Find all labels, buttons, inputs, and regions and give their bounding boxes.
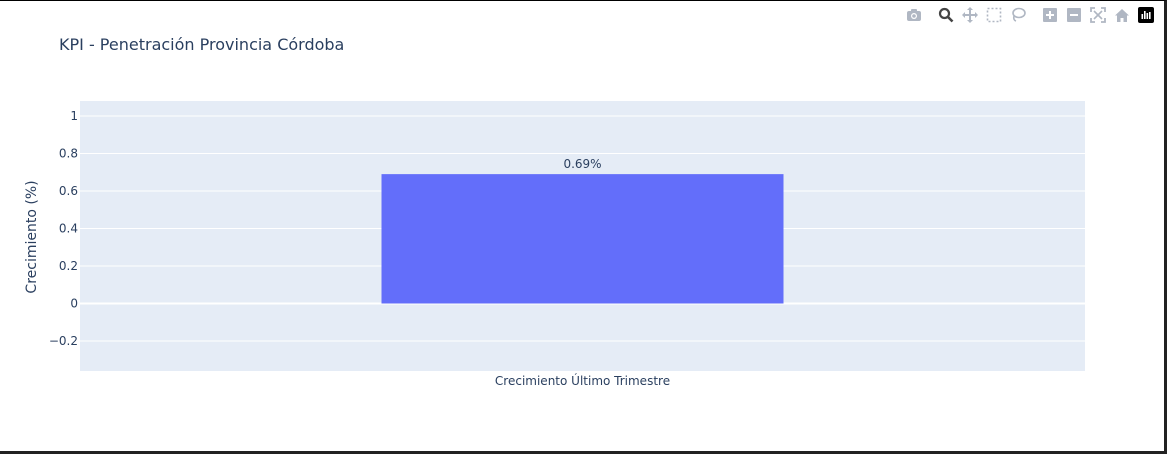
y-tick-label: 0: [70, 297, 78, 311]
y-tick-label: 0.4: [59, 222, 78, 236]
y-tick-label: 0.8: [59, 147, 78, 161]
bar[interactable]: [381, 174, 784, 304]
chart-frame: KPI - Penetración Provincia Córdoba −0.2…: [0, 0, 1167, 454]
y-tick-label: −0.2: [49, 334, 78, 348]
y-tick-label: 1: [70, 109, 78, 123]
bar-chart: −0.2 0 0.2 0.4 0.6 0.8 1 0.69% Crecimiento Últim…: [24, 101, 1085, 388]
x-tick-label: Crecimiento Último Trimestre: [495, 373, 670, 388]
y-tick-label: 0.2: [59, 259, 78, 273]
y-axis-title: Crecimiento (%): [24, 180, 40, 293]
y-tick-label: 0.6: [59, 184, 78, 198]
bar-value-label: 0.69%: [563, 157, 601, 171]
